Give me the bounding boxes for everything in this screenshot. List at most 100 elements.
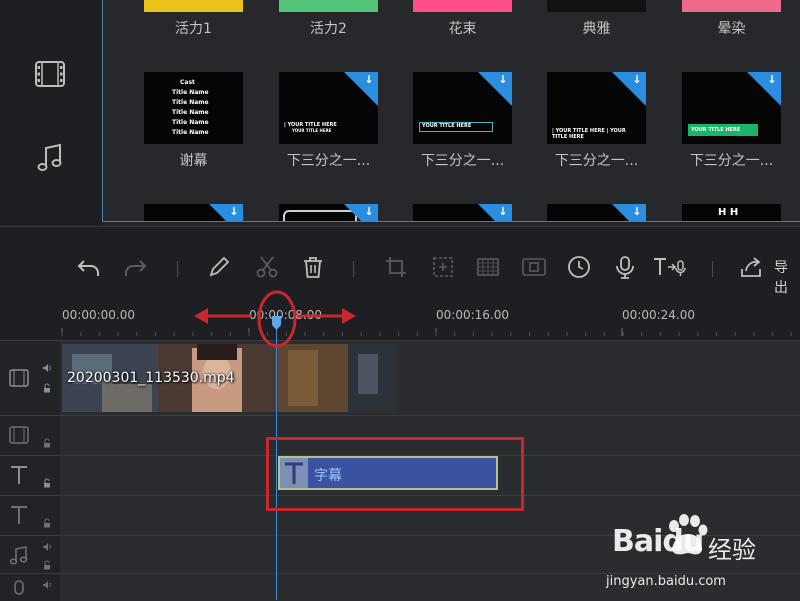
text-to-speech-icon[interactable] — [652, 255, 688, 279]
time-ruler[interactable]: 00:00:00.00 00:00:08.00 00:00:16.00 00:0… — [0, 300, 800, 340]
template-thumbnail: ↓ — [547, 204, 646, 221]
watermark-url: jingyan.baidu.com — [606, 574, 726, 589]
lower-third-preview: | YOUR TITLE HERE YOUR TITLE HERE — [284, 122, 337, 133]
download-icon[interactable]: ↓ — [631, 206, 643, 218]
subtitle-highlight-box — [266, 437, 524, 511]
download-icon[interactable]: ↓ — [228, 206, 240, 218]
template-tile[interactable]: 活力2 — [279, 0, 378, 37]
credits-preview: Cast Title Name Title Name Title Name Ti… — [172, 79, 209, 136]
mosaic-icon[interactable] — [474, 255, 502, 279]
template-tile[interactable]: ↓ | YOUR TITLE HERE YOUR TITLE HERE 下三分之… — [279, 72, 378, 169]
lower-third-preview: YOUR TITLE HERE — [688, 124, 758, 136]
toolbar-divider — [712, 261, 713, 277]
download-icon[interactable]: ↓ — [363, 206, 375, 218]
template-label: 活力2 — [310, 21, 347, 37]
lock-icon[interactable] — [42, 560, 52, 570]
library-sidebar — [0, 0, 102, 226]
crop-icon[interactable] — [384, 255, 410, 279]
download-icon[interactable]: ↓ — [497, 206, 509, 218]
template-label: 下三分之一... — [420, 153, 505, 169]
undo-icon[interactable] — [76, 255, 102, 279]
zoom-frame-icon[interactable] — [430, 255, 456, 279]
template-tile[interactable]: ↓ | YOUR TITLE HERE | YOUR TITLE HERE 下三… — [547, 72, 646, 169]
microphone-icon — [14, 580, 24, 595]
export-button[interactable]: 导出 — [774, 257, 800, 297]
freeze-frame-icon[interactable] — [520, 255, 548, 279]
template-thumbnail: ↓ YOUR TITLE HERE — [413, 72, 512, 144]
template-tile[interactable]: 花束 — [413, 0, 512, 37]
template-thumbnail — [279, 0, 378, 12]
template-thumbnail — [413, 0, 512, 12]
track-header — [0, 341, 60, 416]
lock-icon[interactable] — [42, 478, 52, 488]
lock-icon[interactable] — [42, 438, 52, 448]
template-tile[interactable]: ↓ YOUR TITLE HERE 下三分之一... — [682, 72, 781, 169]
title-templates-grid: 活力1 活力2 花束 典雅 晕染 Cast Title Name Title N… — [102, 0, 800, 222]
clip-filename: 20200301_113530.mp4 — [67, 370, 235, 386]
template-tile[interactable]: ↓ — [279, 204, 378, 221]
clock-icon[interactable] — [566, 255, 592, 279]
track-header — [0, 536, 60, 574]
pencil-icon[interactable] — [206, 255, 232, 279]
template-tile[interactable]: 晕染 — [682, 0, 781, 37]
speaker-icon[interactable] — [42, 580, 52, 590]
lock-icon[interactable] — [42, 518, 52, 528]
template-thumbnail: H H — [682, 204, 781, 221]
template-label: 下三分之一... — [689, 153, 774, 169]
template-tile[interactable]: ↓ YOUR TITLE HERE 下三分之一... — [413, 72, 512, 169]
template-thumbnail — [547, 0, 646, 12]
track-header — [0, 496, 60, 536]
film-icon — [9, 369, 29, 387]
track-header — [0, 416, 60, 456]
template-label: 典雅 — [582, 21, 611, 37]
trash-icon[interactable] — [300, 255, 326, 279]
music-note-icon — [9, 546, 28, 565]
export-icon[interactable] — [738, 255, 766, 279]
template-label: 活力1 — [175, 21, 212, 37]
watermark-brand: Baidu — [612, 524, 704, 559]
music-note-icon[interactable] — [32, 140, 68, 176]
template-label: 下三分之一... — [554, 153, 639, 169]
template-label: 下三分之一... — [286, 153, 371, 169]
template-thumbnail: ↓ — [144, 204, 243, 221]
ruler-tick-label: 00:00:24.00 — [622, 308, 695, 322]
download-icon[interactable]: ↓ — [631, 74, 643, 86]
download-icon[interactable]: ↓ — [766, 74, 778, 86]
template-thumbnail — [682, 0, 781, 12]
download-icon[interactable]: ↓ — [363, 74, 375, 86]
redo-icon[interactable] — [122, 255, 148, 279]
media-library: 活力1 活力2 花束 典雅 晕染 Cast Title Name Title N… — [0, 0, 800, 226]
track-header — [0, 574, 60, 601]
template-tile[interactable]: 活力1 — [144, 0, 243, 37]
video-clip[interactable]: 20200301_113530.mp4 — [62, 344, 396, 412]
template-thumbnail — [144, 0, 243, 12]
template-thumbnail: ↓ | YOUR TITLE HERE | YOUR TITLE HERE — [547, 72, 646, 144]
watermark-name: 经验 — [708, 536, 756, 564]
template-thumbnail: ↓ | YOUR TITLE HERE YOUR TITLE HERE — [279, 72, 378, 144]
template-label: 花束 — [448, 21, 477, 37]
template-label: 谢幕 — [179, 153, 208, 169]
timeline-toolbar: 导出 — [0, 226, 800, 301]
scissors-icon[interactable] — [254, 255, 280, 279]
template-tile[interactable]: ↓ — [413, 204, 512, 221]
watermark: Baidu 经验 jingyan.baidu.com — [600, 512, 800, 600]
speaker-icon[interactable] — [42, 542, 52, 552]
microphone-icon[interactable] — [612, 255, 638, 279]
speaker-icon[interactable] — [42, 363, 52, 373]
film-icon[interactable] — [32, 56, 68, 92]
template-tile[interactable]: 典雅 — [547, 0, 646, 37]
template-tile[interactable]: H H — [682, 204, 781, 221]
template-thumbnail: ↓ — [413, 204, 512, 221]
download-icon[interactable]: ↓ — [497, 74, 509, 86]
text-icon — [11, 506, 27, 524]
toolbar-divider — [177, 261, 178, 277]
template-caption: H H — [718, 207, 739, 218]
lock-icon[interactable] — [42, 383, 52, 393]
toolbar-divider — [353, 261, 354, 277]
template-tile[interactable]: ↓ — [144, 204, 243, 221]
text-icon — [11, 466, 27, 484]
template-thumbnail: ↓ — [279, 204, 378, 221]
track-header — [0, 456, 60, 496]
template-tile[interactable]: Cast Title Name Title Name Title Name Ti… — [144, 72, 243, 169]
template-tile[interactable]: ↓ — [547, 204, 646, 221]
